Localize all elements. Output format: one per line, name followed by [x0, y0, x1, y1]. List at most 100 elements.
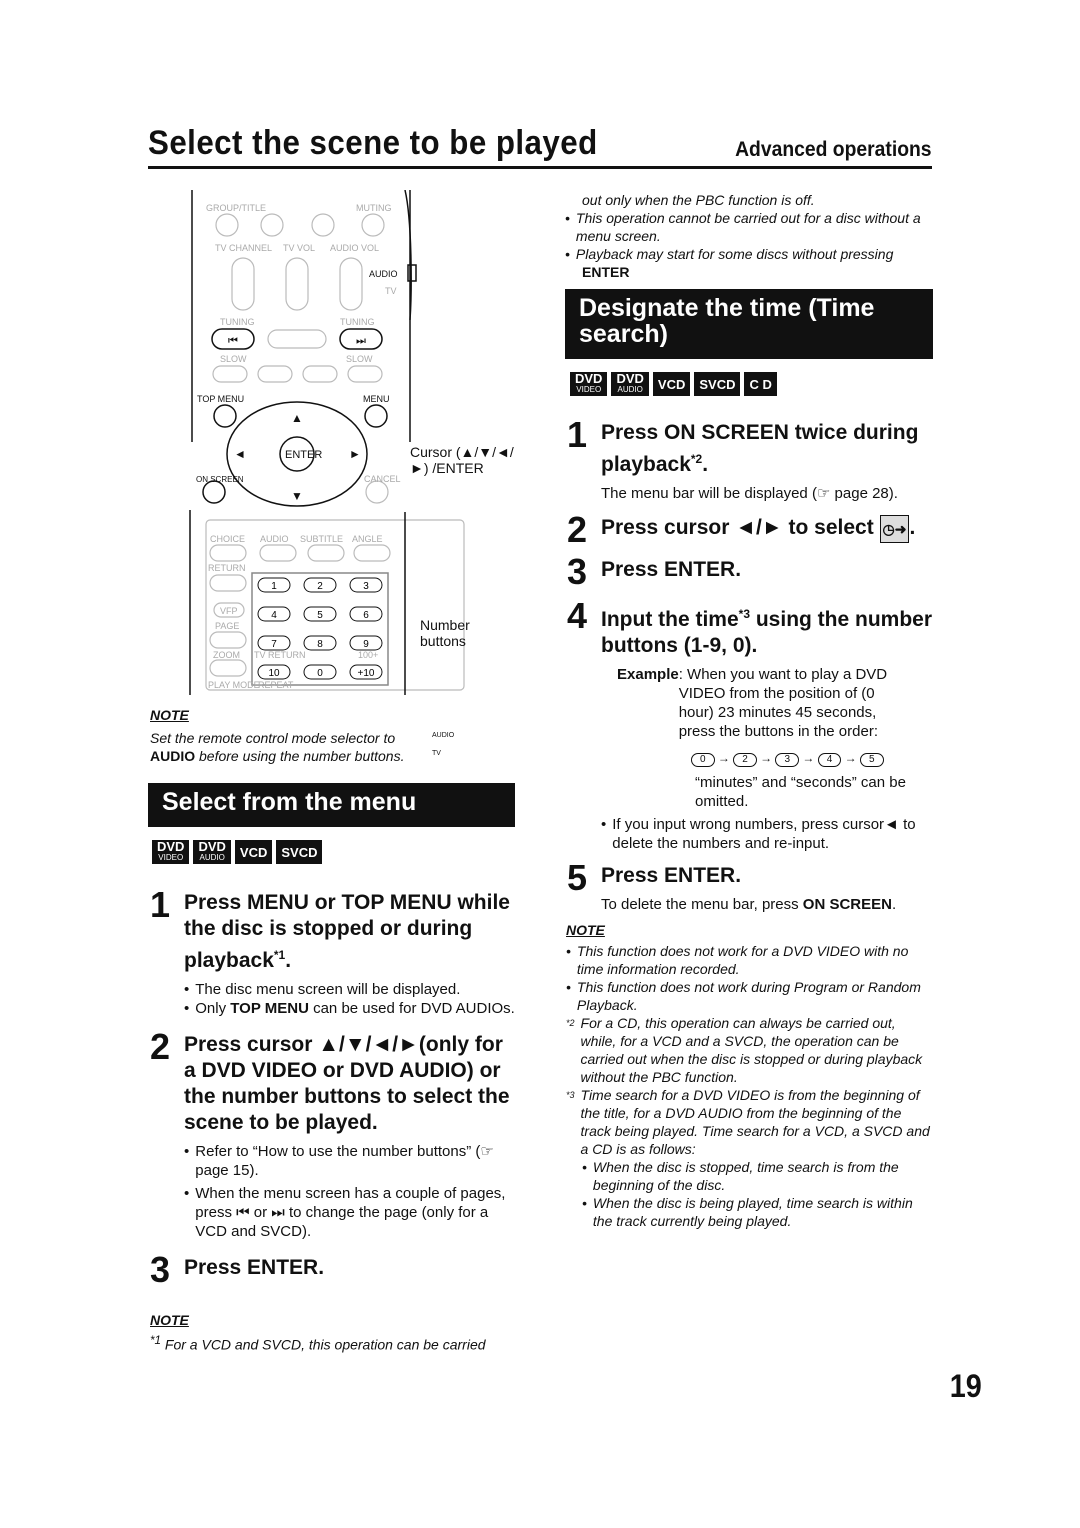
cursor-callout: Cursor (▲/▼/◄/►) /ENTER	[410, 444, 514, 476]
enter-bold: ENTER	[582, 264, 630, 280]
footnote-1: *1 For a VCD and SVCD, this operation ca…	[150, 1334, 486, 1353]
remote-label: PAGE	[215, 621, 239, 631]
bullet: • Only TOP MENU can be used for DVD AUDIO…	[184, 1000, 515, 1017]
remote-label: REPEAT	[258, 680, 294, 690]
step-2-text: Press cursor ◄/► to select ◷➜.	[601, 515, 915, 545]
disc-badge: DVD AUDIO	[611, 372, 649, 396]
number-key-label: 1	[271, 581, 277, 592]
number-key-label: 8	[317, 639, 323, 650]
number-key-label: 5	[317, 610, 323, 621]
step-number: 3	[150, 1249, 171, 1290]
bullet: Playback may start for some discs withou…	[575, 246, 894, 262]
remote-label: PLAY MODE	[208, 680, 260, 690]
footnote-2: For a CD, this operation can always be c…	[580, 1015, 923, 1085]
step-3-text: Press ENTER.	[184, 1256, 325, 1279]
bullet: When the disc is being played, time sear…	[592, 1195, 913, 1229]
step-3-text: Press ENTER.	[601, 558, 742, 581]
step-number: 3	[567, 551, 588, 592]
number-key-icon: 0	[691, 753, 715, 767]
header-rule	[148, 166, 932, 169]
remote-label: TV VOL	[283, 243, 315, 253]
remote-label: RETURN	[208, 563, 246, 573]
disc-badge: C D	[744, 372, 777, 396]
page-number: 19	[950, 1368, 983, 1404]
bullet: When the menu screen has a couple of pag…	[195, 1185, 506, 1240]
step-4-text: Input the time*3 using the number button…	[601, 607, 933, 657]
disc-type-badges: DVD VIDEO DVD AUDIO VCD SVCD	[152, 840, 323, 864]
clock-arrow-icon: ◷➜	[879, 515, 910, 543]
bullet: If you input wrong numbers, press cursor…	[612, 816, 916, 852]
cursor-right-icon: ►	[349, 447, 361, 461]
remote-label: ON SCREEN	[196, 475, 244, 484]
step-number: 1	[150, 884, 171, 925]
step-number: 2	[567, 509, 588, 550]
previous-icon: ⏮	[228, 335, 238, 347]
remote-label: 100+	[358, 650, 378, 660]
disc-badge: VCD	[234, 840, 273, 864]
example: Example: When you want to play a DVD VID…	[617, 666, 888, 740]
number-key-label: 9	[363, 639, 369, 650]
section-title: Advanced operations	[735, 138, 932, 161]
page-title: Select the scene to be played	[148, 124, 598, 162]
remote-label: ANGLE	[352, 534, 383, 544]
cursor-down-icon: ▼	[291, 489, 303, 503]
step-1-text: Press ON SCREEN twice during playback*2.	[601, 421, 919, 476]
remote-label: SLOW	[220, 354, 247, 364]
step-2-text: Press cursor ▲/▼/◄/►(only for a DVD VIDE…	[184, 1033, 510, 1134]
step-number: 5	[567, 857, 588, 898]
number-key-icon: 2	[733, 753, 757, 767]
manual-page: Select the scene to be played Advanced o…	[0, 0, 1080, 1528]
disc-badge: SVCD	[694, 372, 741, 396]
remote-label: AUDIO VOL	[330, 243, 379, 253]
continued-text: out only when the PBC function is off.	[582, 192, 815, 208]
remote-label: TV	[385, 286, 397, 296]
remote-label: TV CHANNEL	[215, 243, 272, 253]
step-description: The menu bar will be displayed (☞ page 2…	[601, 485, 898, 502]
number-key-label: 3	[363, 581, 369, 592]
note-heading: NOTE	[150, 1312, 189, 1328]
remote-label: AUDIO	[260, 534, 289, 544]
number-key-label: 0	[317, 668, 323, 679]
button-sequence: 0 → 2 → 3 → 4 → 5	[691, 751, 937, 767]
step-5-text: Press ENTER.	[601, 864, 742, 887]
remote-label: AUDIO	[369, 269, 398, 279]
step-number: 2	[150, 1026, 171, 1067]
remote-label: TOP MENU	[197, 394, 244, 404]
number-keypad: 1 2 34 5 67 8 910 0 +10	[257, 577, 383, 680]
number-key-icon: 3	[775, 753, 800, 767]
remote-label: SLOW	[346, 354, 373, 364]
disc-badge: SVCD	[276, 840, 323, 864]
remote-label: ZOOM	[213, 650, 240, 660]
number-key-label: 10	[268, 668, 280, 679]
remote-label: CANCEL	[364, 474, 401, 484]
cursor-up-icon: ▲	[291, 411, 303, 425]
remote-label: SUBTITLE	[300, 534, 343, 544]
remote-label: TUNING	[220, 317, 255, 327]
section-band-time-search: Designate the time (Time search)	[565, 289, 933, 359]
disc-badge: VCD	[652, 372, 691, 396]
number-buttons-callout: Number buttons	[420, 617, 470, 649]
bullet: When the disc is stopped, time search is…	[592, 1159, 899, 1193]
mode-selector-icon: AUDIO TV	[432, 732, 455, 757]
omit-note: “minutes” and “seconds” can be omitted.	[695, 774, 906, 810]
number-key-label: 6	[363, 610, 369, 621]
number-key-label: 2	[317, 581, 323, 592]
remote-label: GROUP/TITLE	[206, 203, 266, 213]
bullet: This function does not work for a DVD VI…	[576, 943, 909, 977]
bullet: This operation cannot be carried out for…	[575, 210, 921, 244]
remote-label: MENU	[363, 394, 390, 404]
note-heading: NOTE	[150, 707, 189, 723]
remote-label: MUTING	[356, 203, 392, 213]
remote-label: VFP	[220, 606, 238, 616]
step-description: To delete the menu bar, press ON SCREEN.	[601, 896, 897, 913]
disc-badge: DVD VIDEO	[570, 372, 608, 396]
next-icon: ⏭	[356, 335, 366, 347]
remote-label: TV RETURN	[254, 650, 306, 660]
note-text: Set the remote control mode selector to …	[150, 730, 405, 764]
note-heading: NOTE	[566, 922, 605, 938]
number-key-label: 4	[271, 610, 277, 621]
cursor-left-icon: ◄	[234, 447, 246, 461]
number-key-label: +10	[358, 668, 375, 679]
disc-badge: DVD AUDIO	[193, 840, 231, 864]
enter-button-label: ENTER	[285, 449, 322, 461]
